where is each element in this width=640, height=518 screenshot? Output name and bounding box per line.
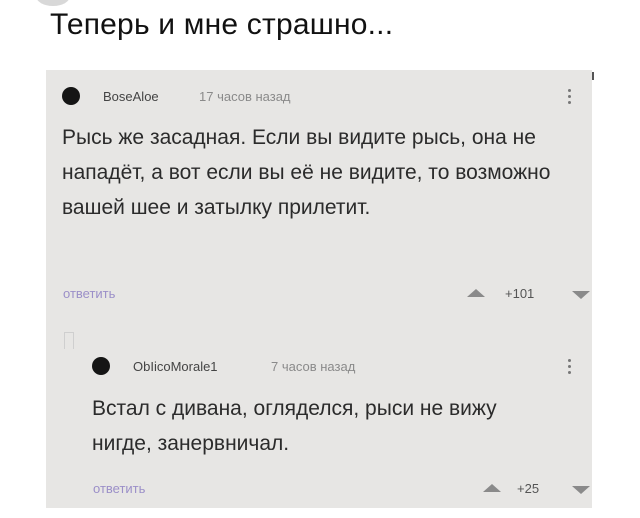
comment-time: 7 часов назад xyxy=(271,359,356,374)
avatar[interactable] xyxy=(92,357,110,375)
reply-button[interactable]: ответить xyxy=(63,286,115,301)
comment-username[interactable]: ObIicoMorale1 xyxy=(133,359,218,374)
comment-time: 17 часов назад xyxy=(199,89,291,104)
more-options-icon[interactable] xyxy=(568,359,572,377)
upvote-icon[interactable] xyxy=(483,484,501,492)
more-options-icon[interactable] xyxy=(568,89,572,107)
comment-text: Встал с дивана, огляделся, рыси не вижу … xyxy=(92,397,497,455)
comment-text: Рысь же засадная. Если вы видите рысь, о… xyxy=(62,126,551,219)
thread-line xyxy=(64,332,74,349)
upvote-icon[interactable] xyxy=(467,289,485,297)
comment-score: +101 xyxy=(505,286,535,301)
scrollbar-tick xyxy=(592,72,594,80)
top-decoration xyxy=(36,0,70,6)
comment-username[interactable]: BoseAloe xyxy=(103,89,159,104)
avatar[interactable] xyxy=(62,87,80,105)
post-title: Теперь и мне страшно... xyxy=(50,8,394,41)
comment-score: +25 xyxy=(517,481,540,496)
downvote-icon[interactable] xyxy=(572,486,590,494)
downvote-icon[interactable] xyxy=(572,291,590,299)
reply-button[interactable]: ответить xyxy=(93,481,145,496)
